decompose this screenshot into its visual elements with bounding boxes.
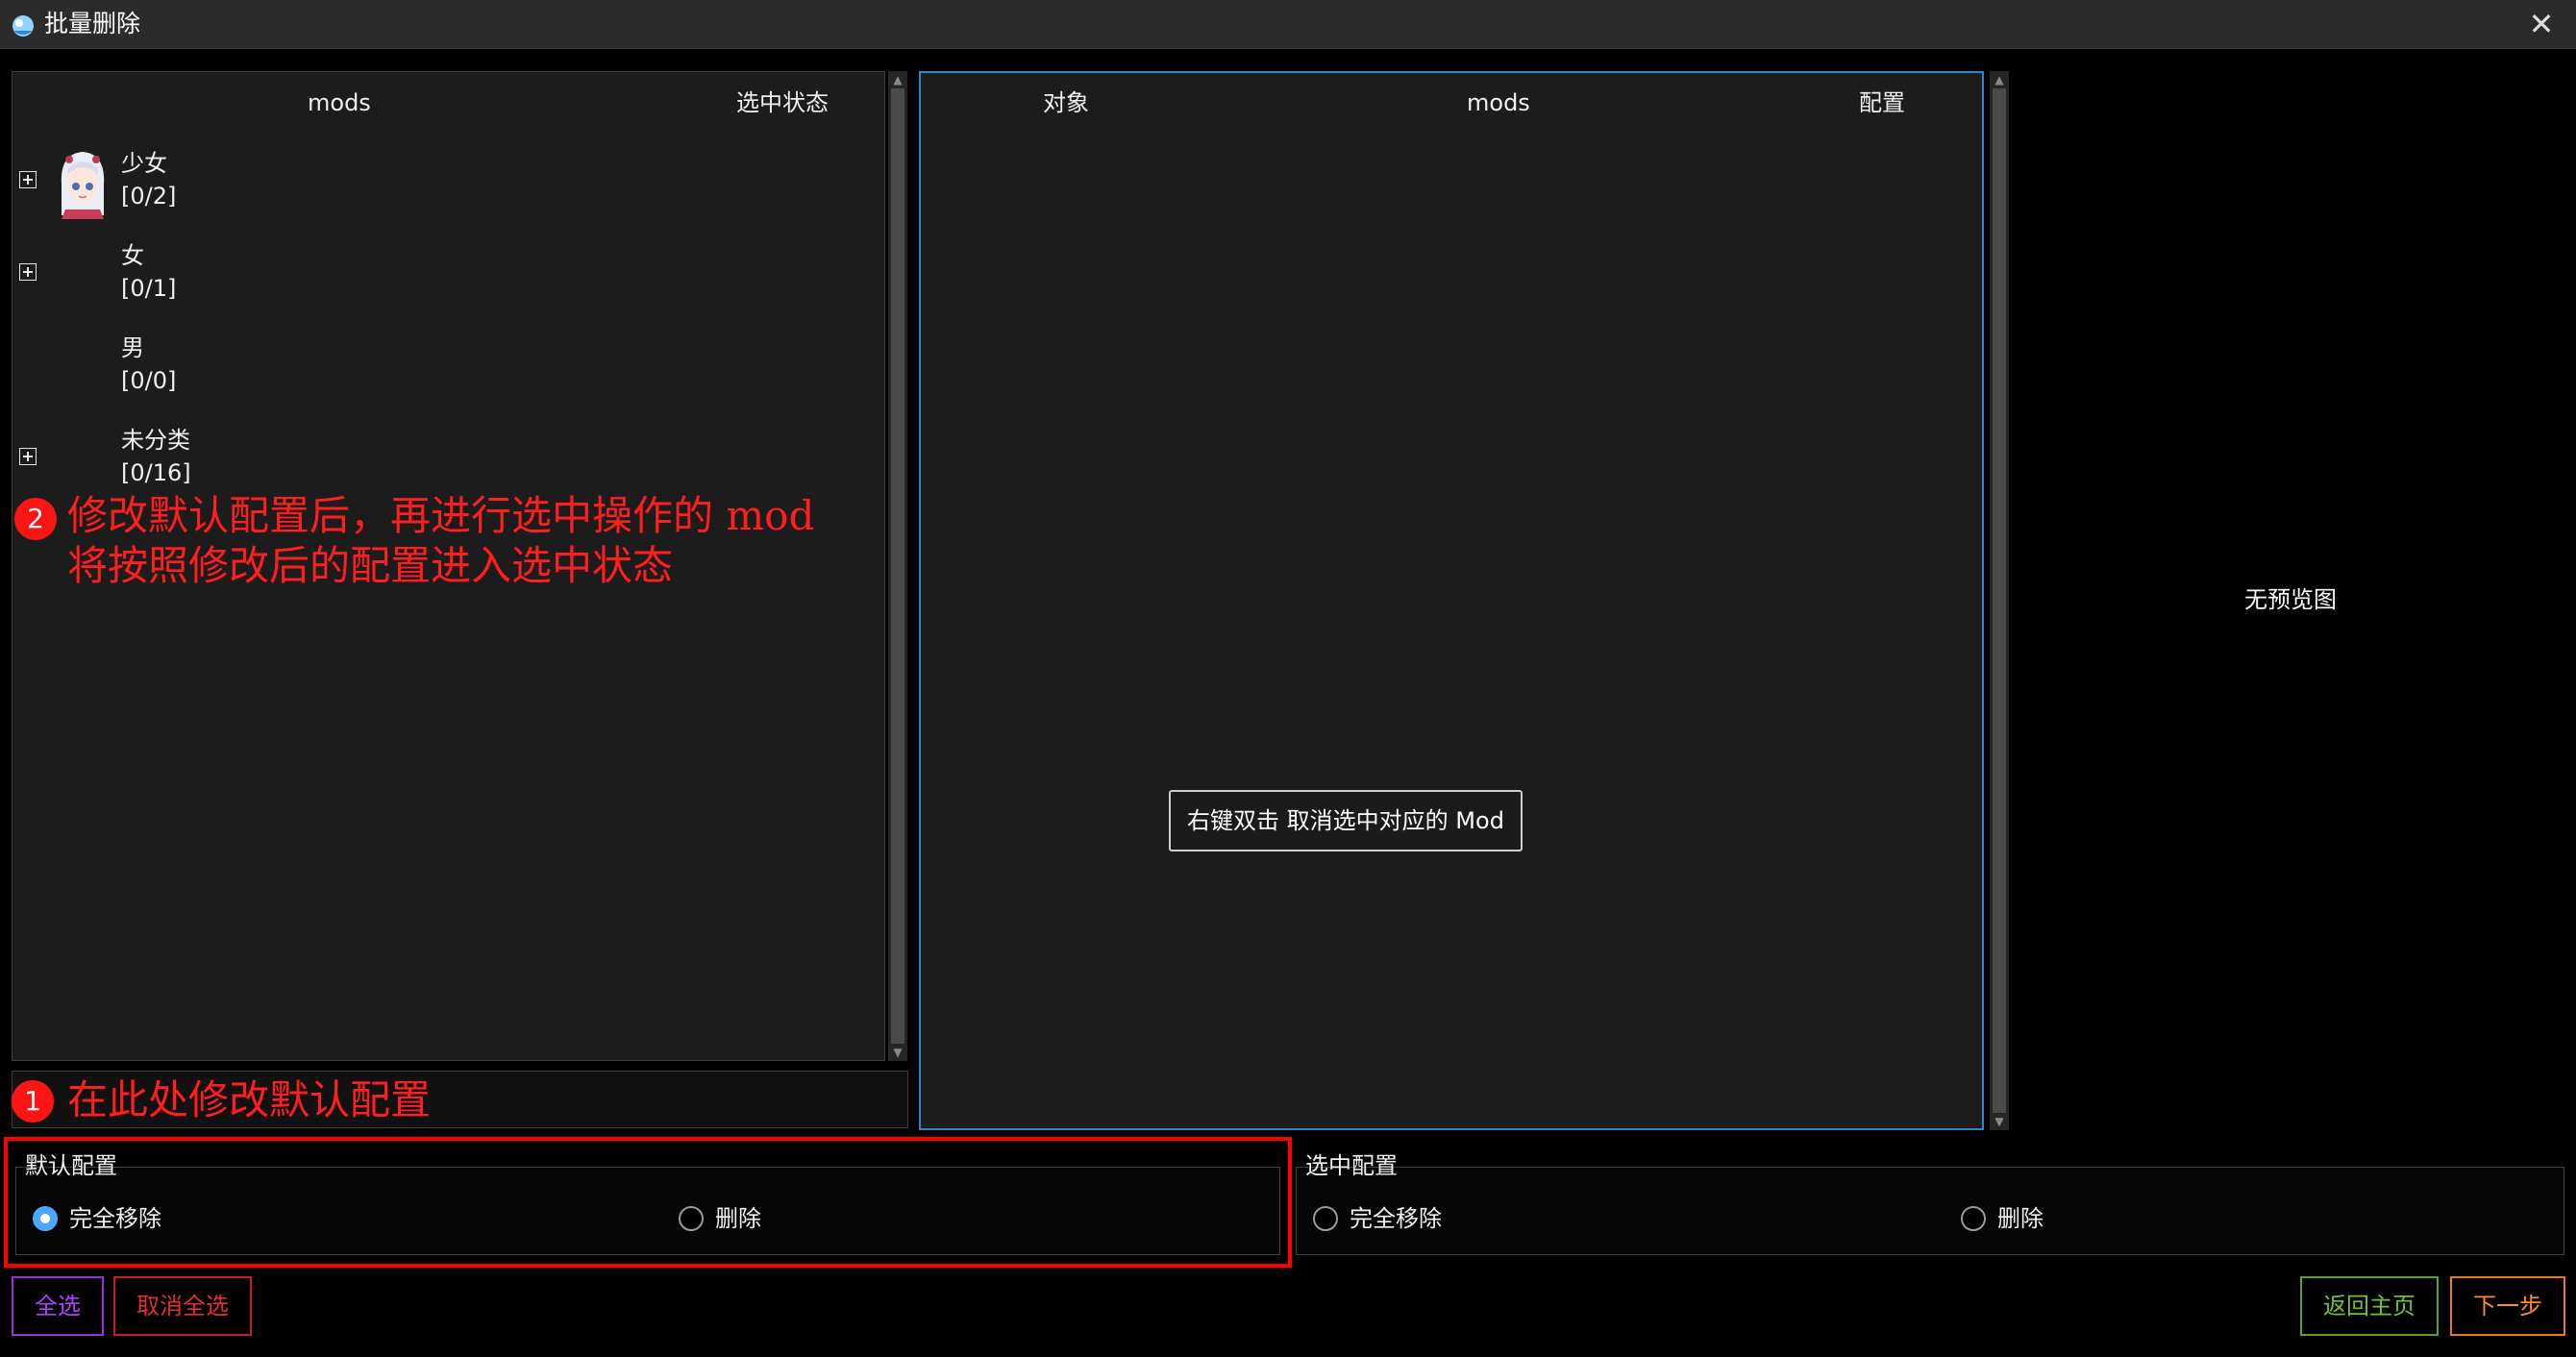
title-bar (0, 0, 2576, 49)
tree-group-label[interactable]: 男 (121, 333, 144, 362)
column-header-select-state[interactable]: 选中状态 (736, 88, 829, 117)
selected-config-option-delete-radio[interactable] (1961, 1206, 1986, 1231)
left-scroll-up-icon[interactable]: ▲ (889, 73, 906, 86)
expand-icon[interactable] (19, 448, 37, 465)
selected-config-option-full-remove-radio[interactable] (1313, 1206, 1338, 1231)
preview-placeholder: 无预览图 (2244, 586, 2337, 613)
window-title: 批量删除 (44, 10, 141, 37)
tree-group-count: [0/1] (121, 275, 177, 302)
selected-config-option-full-remove-label[interactable]: 完全移除 (1350, 1204, 1442, 1233)
selected-config-title: 选中配置 (1305, 1152, 1398, 1179)
annotation-badge-1: 1 (12, 1080, 54, 1123)
return-home-button[interactable]: 返回主页 (2300, 1276, 2439, 1336)
selected-config-group (1296, 1167, 2564, 1255)
annotation-highlight-frame (4, 1137, 1292, 1268)
deselect-all-button[interactable]: 取消全选 (113, 1276, 252, 1336)
tree-group-count: [0/0] (121, 367, 177, 394)
tree-group-label[interactable]: 女 (121, 241, 144, 270)
tree-group-label[interactable]: 少女 (121, 149, 167, 178)
mid-scroll-down-icon[interactable]: ▼ (1991, 1115, 2008, 1128)
selected-config-option-delete-label[interactable]: 删除 (1997, 1204, 2043, 1233)
column-header-config[interactable]: 配置 (1859, 88, 1905, 117)
annotation-badge-2: 2 (14, 498, 57, 540)
app-icon (12, 15, 34, 37)
hint-tooltip: 右键双击 取消选中对应的 Mod (1169, 790, 1523, 851)
left-scrollbar-thumb[interactable] (891, 88, 904, 1044)
select-all-button[interactable]: 全选 (12, 1276, 104, 1336)
annotation-text-1: 在此处修改默认配置 (67, 1076, 432, 1123)
column-header-object[interactable]: 对象 (1043, 88, 1089, 117)
tree-group-count: [0/16] (121, 459, 191, 486)
tree-group-count: [0/2] (121, 183, 177, 210)
expand-icon[interactable] (19, 263, 37, 281)
annotation-text-2-line1: 修改默认配置后，再进行选中操作的 mod (67, 492, 815, 539)
avatar (61, 152, 105, 219)
expand-icon[interactable] (19, 171, 37, 188)
next-step-button[interactable]: 下一步 (2450, 1276, 2565, 1336)
tree-group-label[interactable]: 未分类 (121, 426, 190, 455)
column-header-mods[interactable]: mods (1467, 88, 1530, 117)
column-header-mods[interactable]: mods (308, 88, 371, 117)
selected-mods-panel (919, 71, 1984, 1130)
close-button[interactable]: ✕ (2520, 4, 2563, 44)
annotation-text-2-line2: 将按照修改后的配置进入选中状态 (67, 542, 674, 589)
left-scroll-down-icon[interactable]: ▼ (889, 1046, 906, 1059)
mid-scrollbar-thumb[interactable] (1993, 88, 2006, 1113)
mid-scroll-up-icon[interactable]: ▲ (1991, 73, 2008, 86)
